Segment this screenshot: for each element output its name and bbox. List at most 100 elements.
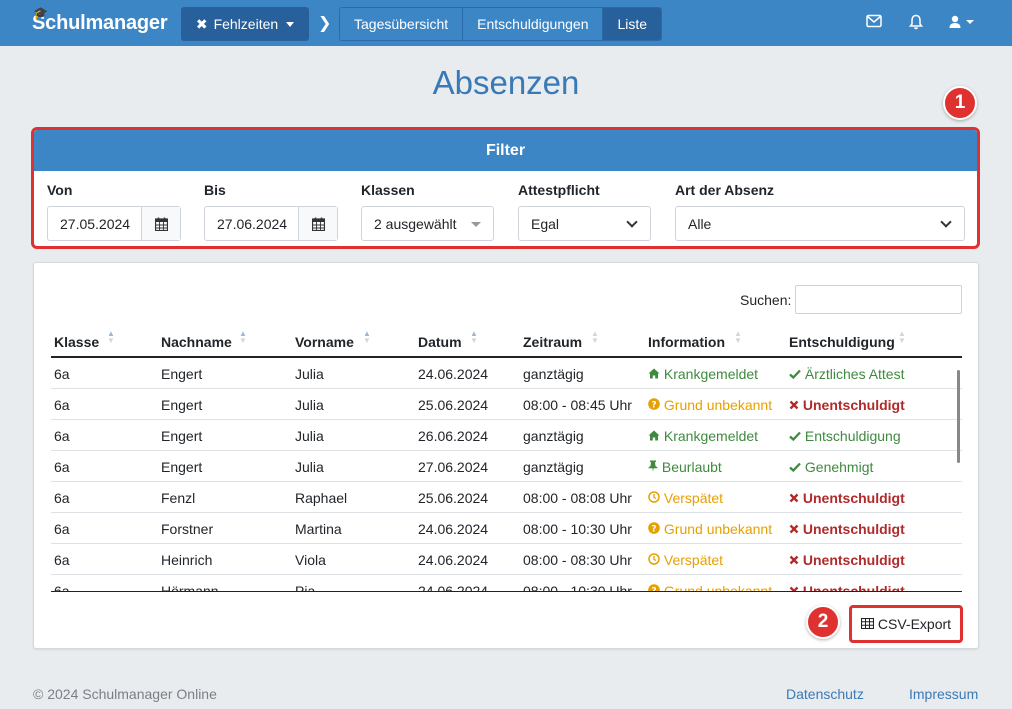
cell-nachname: Fenzl [161, 490, 196, 506]
calendar-icon[interactable] [141, 207, 180, 240]
col-header-datum[interactable]: Datum [418, 334, 462, 350]
von-label: Von [47, 182, 73, 198]
cell-klasse: 6a [54, 521, 70, 537]
cell-datum: 25.06.2024 [418, 490, 489, 506]
table-scrollbar[interactable] [957, 370, 960, 463]
cell-information: Krankgemeldet [648, 428, 758, 444]
datenschutz-link[interactable]: Datenschutz [786, 686, 864, 702]
cell-zeitraum: ganztägig [523, 459, 584, 475]
table-row[interactable]: 6a Engert Julia 26.06.2024 ganztägig Krankge… [51, 420, 962, 451]
cell-vorname: Julia [295, 428, 324, 444]
information-text: Krankgemeldet [663, 428, 759, 444]
x-icon [789, 521, 799, 537]
cell-information: ? Grund unbekannt [648, 397, 772, 413]
cell-zeitraum: 08:00 - 08:30 Uhr [523, 552, 632, 568]
col-header-vorname[interactable]: Vorname [295, 334, 354, 350]
art-der-absenz-label: Art der Absenz [675, 182, 775, 198]
cell-vorname: Raphael [295, 490, 348, 506]
fehlzeiten-dropdown[interactable]: ✖ Fehlzeiten [181, 7, 309, 41]
cell-zeitraum: 08:00 - 10:30 Uhr [523, 521, 632, 537]
table-icon [860, 616, 874, 632]
sort-icon[interactable]: ▲ ▼ [107, 330, 115, 345]
entschuldigung-text: Genehmigt [804, 459, 874, 475]
sort-icon[interactable]: ▲ ▼ [363, 330, 371, 345]
chevron-right-icon: ❯ [318, 15, 332, 32]
table-row[interactable]: 6a Fenzl Raphael 25.06.2024 08:00 - 08:08 Uh… [51, 482, 962, 513]
cell-information: ? Grund unbekannt [648, 583, 772, 592]
caret-down-icon [286, 21, 295, 27]
cell-klasse: 6a [54, 490, 70, 506]
cell-zeitraum: ganztägig [523, 428, 584, 444]
sort-icon[interactable]: ▲ ▼ [591, 330, 599, 345]
sort-icon[interactable]: ▲ ▼ [470, 330, 478, 345]
absences-table-card: Suchen: Klasse ▲ ▼ Nachname ▲ ▼ Vorname ▲ ▼… [33, 262, 979, 649]
cell-datum: 27.06.2024 [418, 459, 489, 475]
sort-icon[interactable]: ▲ ▼ [898, 330, 906, 345]
user-menu-icon[interactable] [948, 14, 976, 33]
pin-icon [648, 459, 658, 475]
svg-text:?: ? [651, 400, 656, 410]
cell-nachname: Heinrich [161, 552, 213, 568]
brand-logo[interactable]: 🎓 Schulmanager [32, 6, 168, 35]
clock-icon [648, 552, 660, 568]
calendar-icon[interactable] [298, 207, 337, 240]
table-row[interactable]: 6a Engert Julia 24.06.2024 ganztägig Krankge… [51, 358, 962, 389]
col-header-zeitraum[interactable]: Zeitraum [523, 334, 582, 350]
col-header-nachname[interactable]: Nachname [161, 334, 232, 350]
filter-title: Filter [34, 130, 977, 171]
fehlzeiten-label: Fehlzeiten [213, 16, 279, 32]
cell-zeitraum: 08:00 - 10:30 Uhr [523, 583, 632, 592]
art-der-absenz-select[interactable]: Alle [675, 206, 965, 241]
information-text: Grund unbekannt [663, 521, 773, 537]
table-row[interactable]: 6a Forstner Martina 24.06.2024 08:00 - 10:30… [51, 513, 962, 544]
table-row[interactable]: 6a Engert Julia 27.06.2024 ganztägig Beurlau… [51, 451, 962, 482]
x-icon [789, 397, 799, 413]
sort-icon[interactable]: ▲ ▼ [239, 330, 247, 345]
attestpflicht-select[interactable]: Egal [518, 206, 651, 241]
cell-entschuldigung: Genehmigt [789, 459, 873, 475]
klassen-select[interactable]: 2 ausgewählt [361, 206, 494, 241]
tab-tagesuebersicht[interactable]: Tagesübersicht [340, 8, 464, 40]
chevron-down-icon [626, 216, 638, 228]
search-input[interactable] [795, 285, 962, 314]
cell-vorname: Julia [295, 397, 324, 413]
table-row[interactable]: 6a Heinrich Viola 24.06.2024 08:00 - 08:30 U… [51, 544, 962, 575]
table-row[interactable]: 6a Engert Julia 25.06.2024 08:00 - 08:45 Uhr… [51, 389, 962, 420]
cell-nachname: Engert [161, 366, 203, 382]
cell-datum: 24.06.2024 [418, 521, 489, 537]
cell-klasse: 6a [54, 366, 70, 382]
csv-export-button[interactable]: CSV-Export [849, 605, 963, 643]
annotation-badge-1: 1 [943, 86, 977, 120]
cell-entschuldigung: Entschuldigung [789, 428, 901, 444]
cell-nachname: Engert [161, 428, 203, 444]
entschuldigung-text: Unentschuldigt [802, 490, 905, 506]
bis-date-input[interactable]: 27.06.2024 [204, 206, 338, 241]
envelope-icon[interactable] [866, 14, 882, 31]
table-body: 6a Engert Julia 24.06.2024 ganztägig Krankge… [51, 358, 962, 592]
close-icon: ✖ [195, 15, 208, 32]
col-header-entschuldigung[interactable]: Entschuldigung [789, 334, 895, 350]
check-icon [789, 366, 801, 382]
tab-liste[interactable]: Liste [603, 8, 662, 40]
svg-text:?: ? [651, 586, 656, 592]
impressum-link[interactable]: Impressum [909, 686, 978, 702]
cell-entschuldigung: Unentschuldigt [789, 552, 905, 568]
art-der-absenz-value: Alle [688, 215, 712, 232]
cell-entschuldigung: Unentschuldigt [789, 397, 905, 413]
information-text: Beurlaubt [661, 459, 722, 475]
cell-nachname: Engert [161, 459, 203, 475]
cell-vorname: Martina [295, 521, 342, 537]
col-header-klasse[interactable]: Klasse [54, 334, 99, 350]
footer-copyright: © 2024 Schulmanager Online [33, 686, 217, 702]
bell-icon[interactable] [908, 14, 924, 33]
tab-entschuldigungen[interactable]: Entschuldigungen [463, 8, 604, 40]
information-text: Verspätet [663, 490, 724, 506]
von-date-input[interactable]: 27.05.2024 [47, 206, 181, 241]
entschuldigung-text: Unentschuldigt [802, 552, 905, 568]
table-row[interactable]: 6a Hörmann Pia 24.06.2024 08:00 - 10:30 Uhr?… [51, 575, 962, 592]
sort-icon[interactable]: ▲ ▼ [734, 330, 742, 345]
cell-entschuldigung: Unentschuldigt [789, 521, 905, 537]
attestpflicht-label: Attestpflicht [518, 182, 600, 198]
x-icon [789, 490, 799, 506]
col-header-information[interactable]: Information [648, 334, 725, 350]
